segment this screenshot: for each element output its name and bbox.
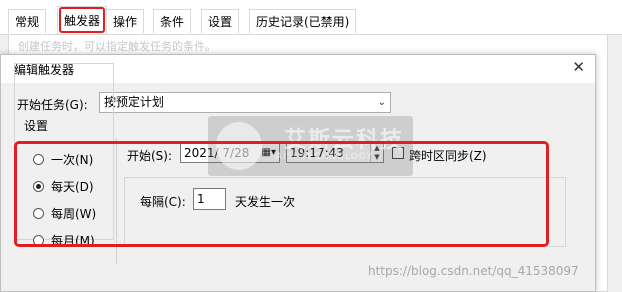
annotation-highlight-box xyxy=(14,141,549,247)
chevron-down-icon: ⌄ xyxy=(377,97,386,108)
tab-settings[interactable]: 设置 xyxy=(201,9,240,33)
tab-general[interactable]: 常规 xyxy=(8,9,47,33)
triggers-hint-text: 创建任务时，可以指定触发任务的条件。 xyxy=(18,40,216,53)
tab-conditions[interactable]: 条件 xyxy=(153,9,192,33)
tab-history[interactable]: 历史记录(已禁用) xyxy=(249,9,357,33)
watermark-url: https://blog.csdn.net/qq_41538097 xyxy=(368,264,579,278)
begin-task-select[interactable]: 按预定计划 ⌄ xyxy=(99,92,391,113)
close-icon[interactable]: ✕ xyxy=(572,58,585,76)
tab-highlight-box xyxy=(59,7,105,33)
tab-actions[interactable]: 操作 xyxy=(106,9,145,33)
